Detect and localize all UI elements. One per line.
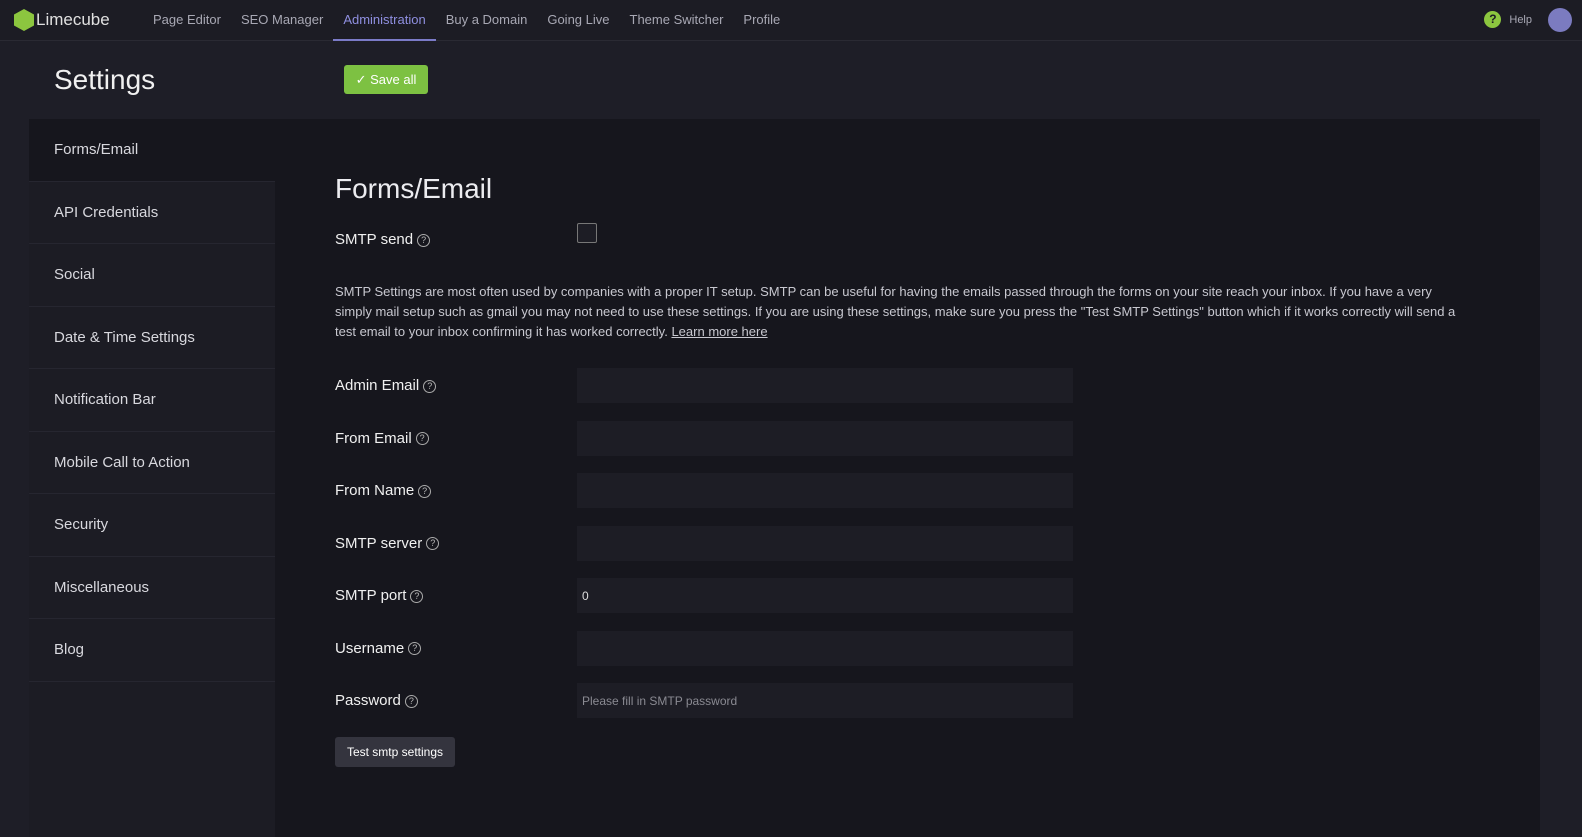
admin-email-input[interactable] xyxy=(577,368,1073,403)
settings-panel: Forms/Email API Credentials Social Date … xyxy=(29,119,1540,837)
avatar[interactable] xyxy=(1548,8,1572,32)
help-icon: ? xyxy=(1484,11,1502,28)
save-all-label: Save all xyxy=(370,71,417,87)
nav-profile[interactable]: Profile xyxy=(733,0,790,40)
nav-seo-manager[interactable]: SEO Manager xyxy=(231,0,333,40)
sidebar-item-security[interactable]: Security xyxy=(29,494,275,557)
nav-administration[interactable]: Administration xyxy=(333,1,436,41)
username-label-text: Username xyxy=(335,639,405,657)
main-nav: Page Editor SEO Manager Administration Buy … xyxy=(143,0,790,41)
help-label: Help xyxy=(1509,13,1532,26)
form-content: Forms/Email SMTP send? SMTP Settings are… xyxy=(335,119,1485,837)
sidebar-item-blog[interactable]: Blog xyxy=(29,619,275,682)
nav-theme-switcher[interactable]: Theme Switcher xyxy=(620,0,734,40)
nav-buy-domain[interactable]: Buy a Domain xyxy=(436,0,538,40)
field-row-password: Password? xyxy=(335,683,1073,718)
field-row-from-name: From Name? xyxy=(335,473,1073,508)
admin-email-label: Admin Email? xyxy=(335,377,577,394)
top-bar: Limecube Page Editor SEO Manager Administr… xyxy=(0,0,1582,41)
sidebar-item-mobile-cta[interactable]: Mobile Call to Action xyxy=(29,432,275,494)
sidebar-item-miscellaneous[interactable]: Miscellaneous xyxy=(29,557,275,619)
smtp-port-input[interactable] xyxy=(577,578,1073,613)
save-all-button[interactable]: ✓ Save all xyxy=(344,65,428,94)
username-input[interactable] xyxy=(577,630,1073,666)
logo[interactable]: Limecube xyxy=(14,9,143,31)
sidebar-item-social[interactable]: Social xyxy=(29,244,275,307)
smtp-port-label: SMTP port? xyxy=(335,587,577,604)
smtp-server-input[interactable] xyxy=(577,525,1073,561)
from-email-input[interactable] xyxy=(577,420,1073,456)
smtp-send-label: SMTP send? xyxy=(335,231,577,248)
smtp-server-label: SMTP server? xyxy=(335,535,577,552)
help-circle-icon[interactable]: ? xyxy=(408,642,422,656)
learn-more-link[interactable]: Learn more here xyxy=(671,324,767,339)
help-button[interactable]: ? Help xyxy=(1484,11,1532,28)
password-label-text: Password xyxy=(335,692,401,709)
from-name-input[interactable] xyxy=(577,473,1073,508)
smtp-server-label-text: SMTP server xyxy=(335,534,423,552)
help-circle-icon[interactable]: ? xyxy=(418,484,432,498)
test-smtp-button[interactable]: Test smtp settings xyxy=(335,737,455,767)
from-email-label: From Email? xyxy=(335,430,577,447)
admin-email-label-text: Admin Email xyxy=(335,377,420,394)
sidebar-item-api-credentials[interactable]: API Credentials xyxy=(29,182,275,244)
settings-sidebar: Forms/Email API Credentials Social Date … xyxy=(29,119,275,837)
section-title: Forms/Email xyxy=(335,173,493,204)
smtp-send-row: SMTP send? xyxy=(335,222,597,248)
help-circle-icon[interactable]: ? xyxy=(410,589,424,603)
smtp-port-label-text: SMTP port xyxy=(335,587,407,604)
nav-page-editor[interactable]: Page Editor xyxy=(143,0,231,40)
help-circle-icon[interactable]: ? xyxy=(423,379,437,393)
smtp-send-text: SMTP send xyxy=(335,231,414,248)
cube-icon xyxy=(14,9,34,31)
page-title: Settings xyxy=(54,64,156,95)
help-circle-icon[interactable]: ? xyxy=(404,694,418,708)
help-circle-icon[interactable]: ? xyxy=(417,233,431,247)
field-row-smtp-server: SMTP server? xyxy=(335,525,1073,561)
from-name-label-text: From Name xyxy=(335,482,415,499)
from-name-label: From Name? xyxy=(335,482,577,499)
check-icon: ✓ xyxy=(355,71,371,87)
nav-going-live[interactable]: Going Live xyxy=(537,0,619,40)
logo-text: Limecube xyxy=(36,10,110,29)
help-circle-icon[interactable]: ? xyxy=(415,432,429,446)
field-row-username: Username? xyxy=(335,630,1073,666)
field-row-admin-email: Admin Email? xyxy=(335,368,1073,403)
from-email-label-text: From Email xyxy=(335,429,412,447)
password-label: Password? xyxy=(335,692,577,709)
field-row-smtp-port: SMTP port? xyxy=(335,578,1073,613)
smtp-description: SMTP Settings are most often used by com… xyxy=(335,282,1465,342)
field-row-from-email: From Email? xyxy=(335,420,1073,456)
smtp-send-checkbox[interactable] xyxy=(577,222,597,243)
username-label: Username? xyxy=(335,640,577,657)
sidebar-item-date-time[interactable]: Date & Time Settings xyxy=(29,307,275,369)
description-text: SMTP Settings are most often used by com… xyxy=(335,284,1456,339)
password-input[interactable] xyxy=(577,683,1073,718)
sidebar-item-forms-email[interactable]: Forms/Email xyxy=(29,119,275,182)
help-circle-icon[interactable]: ? xyxy=(426,537,440,551)
sidebar-item-notification-bar[interactable]: Notification Bar xyxy=(29,369,275,432)
